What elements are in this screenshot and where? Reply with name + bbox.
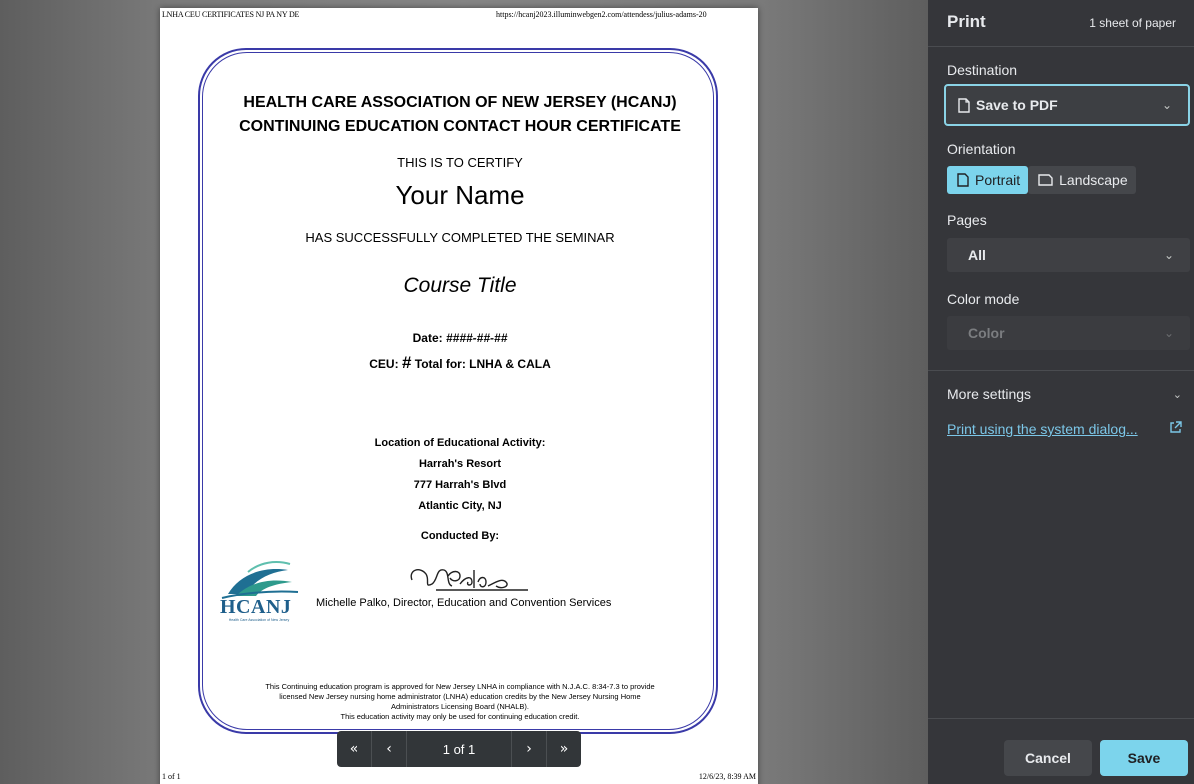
system-dialog-link[interactable]: Print using the system dialog... [947,421,1138,437]
cancel-button[interactable]: Cancel [1004,740,1092,776]
fine-print-line: licensed New Jersey nursing home adminis… [279,692,641,701]
conducted-by-label: Conducted By: [420,530,500,542]
fine-print-line: Administrators Licensing Board (NHALB). [391,702,529,711]
first-page-button[interactable]: « [337,731,371,767]
pages-label: Pages [947,212,987,228]
document-page: LNHA CEU CERTIFICATES NJ PA NY DE https:… [160,8,758,784]
logo-text: HCANJ [220,596,292,618]
chevron-down-icon: ⌄ [1163,326,1174,340]
landscape-icon [1038,174,1053,186]
divider [928,370,1194,371]
fine-print-line: This education activity may only be used… [340,712,580,721]
course-title: Course Title [403,274,517,297]
previous-page-button[interactable]: ‹ [372,731,406,767]
external-link-icon[interactable] [1169,421,1182,434]
pages-select[interactable]: All ⌄ [947,238,1190,272]
page-navigation-bar: « ‹ 1 of 1 › » [337,731,581,767]
document-icon [958,97,970,113]
color-mode-label: Color mode [947,291,1020,307]
location-label: Location of Educational Activity: [374,437,546,449]
destination-label: Destination [947,62,1018,78]
title-line-1: HEALTH CARE ASSOCIATION OF NEW JERSEY (H… [243,94,677,111]
recipient-name: Your Name [395,180,525,210]
date-value: ####-##-## [445,331,508,345]
chevron-down-icon[interactable]: ⌄ [1173,388,1182,401]
destination-select[interactable]: Save to PDF ⌄ [944,84,1190,126]
fine-print-line: This Continuing education program is app… [265,682,655,691]
page-indicator: 1 of 1 [442,741,476,757]
signer-name: Michelle Palko, Director, Education and … [316,597,612,609]
location-line: 777 Harrah's Blvd [413,479,507,491]
logo-wave-icon [221,561,299,599]
print-settings-panel: Print 1 sheet of paper Destination Save … [928,0,1194,784]
orientation-toggle: Portrait Landscape [947,166,1136,194]
date-label: Date: [412,331,443,345]
more-settings-toggle[interactable]: More settings [947,386,1031,402]
sheet-count: 1 sheet of paper [1089,16,1176,30]
signature-image [410,569,528,591]
save-button[interactable]: Save [1100,740,1188,776]
hcanj-logo: HCANJ Health Care Association of New Jer… [218,560,300,626]
divider [928,46,1194,47]
color-mode-value: Color [968,325,1005,341]
ceu-line: CEU: # Total for: LNHA & CALA [200,353,720,373]
page-header-url: https://hcanj2023.illuminwebgen2.com/att… [496,10,707,19]
ceu-total-for: Total for: LNHA & CALA [414,357,551,371]
portrait-label: Portrait [975,172,1021,188]
portrait-icon [957,173,969,187]
approval-fine-print: This Continuing education program is app… [222,682,698,722]
destination-value: Save to PDF [976,97,1058,113]
pages-value: All [968,247,986,263]
chevron-down-icon: ⌄ [1161,98,1172,112]
portrait-button[interactable]: Portrait [947,166,1029,194]
location-line: Atlantic City, NJ [418,500,502,512]
page-footer-datetime: 12/6/23, 8:39 AM [698,772,756,781]
logo-subtext: Health Care Association of New Jersey [228,618,290,622]
ceu-label: CEU: [369,357,399,371]
print-title: Print [947,12,986,31]
orientation-label: Orientation [947,141,1016,157]
location-block: Location of Educational Activity: Harrah… [200,433,720,517]
color-mode-select[interactable]: Color ⌄ [947,316,1190,350]
certificate-border-inner [202,52,714,730]
landscape-button[interactable]: Landscape [1028,166,1136,194]
date-line: Date: ####-##-## [200,331,720,345]
divider [928,718,1194,719]
certificate-title: HEALTH CARE ASSOCIATION OF NEW JERSEY (H… [200,91,720,139]
completed-text: HAS SUCCESSFULLY COMPLETED THE SEMINAR [305,230,615,245]
page-header-title: LNHA CEU CERTIFICATES NJ PA NY DE [162,10,300,19]
certify-text: THIS IS TO CERTIFY [397,155,523,170]
landscape-label: Landscape [1059,172,1128,188]
last-page-button[interactable]: » [547,731,581,767]
next-page-button[interactable]: › [512,731,546,767]
title-line-2: CONTINUING EDUCATION CONTACT HOUR CERTIF… [239,118,681,135]
chevron-down-icon: ⌄ [1163,248,1174,262]
page-footer-count: 1 of 1 [162,772,181,781]
ceu-value: # [401,353,412,372]
print-preview-area: LNHA CEU CERTIFICATES NJ PA NY DE https:… [0,0,928,784]
location-line: Harrah's Resort [418,458,502,470]
